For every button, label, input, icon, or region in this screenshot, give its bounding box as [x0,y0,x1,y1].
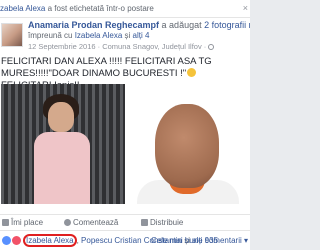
post-meta-line: 12 Septembrie 2016 · Comuna Snagov, Jude… [28,42,250,52]
author-avatar[interactable] [1,23,23,47]
photo-head-shape [155,104,219,188]
like-reaction-icon[interactable] [2,236,11,245]
share-arrow-icon [141,219,148,226]
tag-notification-text: a fost etichetată într-o postare [45,4,154,13]
post-actions-bar: Îmi place Comentează Distribuie [0,214,250,230]
tagged-others-link[interactable]: alți 4 [133,31,150,40]
post-tagged-line: împreună cu Izabela Alexa și alți 4 [28,31,250,41]
reactions-bar: Izabela Alexa, Popescu Cristian Constant… [0,230,250,250]
added-text: a adăugat [159,20,205,30]
tag-notification-bar: zabela Alexa a fost etichetată într-o po… [0,0,250,18]
love-reaction-icon[interactable] [12,236,21,245]
comment-bubble-icon [64,219,71,226]
close-icon[interactable]: × [243,0,248,17]
photo-face-shape [48,102,74,132]
comments-sort-dropdown[interactable]: Cele mai bune comentarii ▾ [151,231,248,250]
photo-grid [1,84,249,204]
like-button[interactable]: Îmi place [2,215,43,230]
comment-button[interactable]: Comentează [64,215,118,230]
post-header-line: Anamaria Prodan Reghecampf a adăugat 2 f… [28,20,250,31]
like-label: Îmi place [11,218,44,227]
with-text: împreună cu [28,31,75,40]
thumbs-up-icon [2,219,9,226]
comment-label: Comentează [73,218,119,227]
photos-added-link[interactable]: 2 fotografii noi [204,20,250,30]
post-text-part1: FELICITARI DAN ALEXA !!!!! FELICITARI AS… [1,56,212,79]
reactor-name-highlighted[interactable]: Izabela Alexa [23,234,77,247]
share-button[interactable]: Distribuie [141,215,183,230]
share-label: Distribuie [150,218,184,227]
post-date-location[interactable]: 12 Septembrie 2016 · Comuna Snagov, Jude… [28,42,208,51]
author-name-link[interactable]: Anamaria Prodan Reghecampf [28,20,159,30]
photo-young-man[interactable] [1,84,125,204]
photo-portrait-man[interactable] [127,84,249,204]
smiley-emoji-icon [187,68,197,77]
with-and-text: și [122,31,133,40]
tagged-name-link[interactable]: Izabela Alexa [75,31,123,40]
tagged-user-link[interactable]: zabela Alexa [0,4,45,13]
photo-pink-shirt-shape [34,132,90,204]
globe-icon [208,44,215,50]
facebook-post-card: zabela Alexa a fost etichetată într-o po… [0,0,250,250]
